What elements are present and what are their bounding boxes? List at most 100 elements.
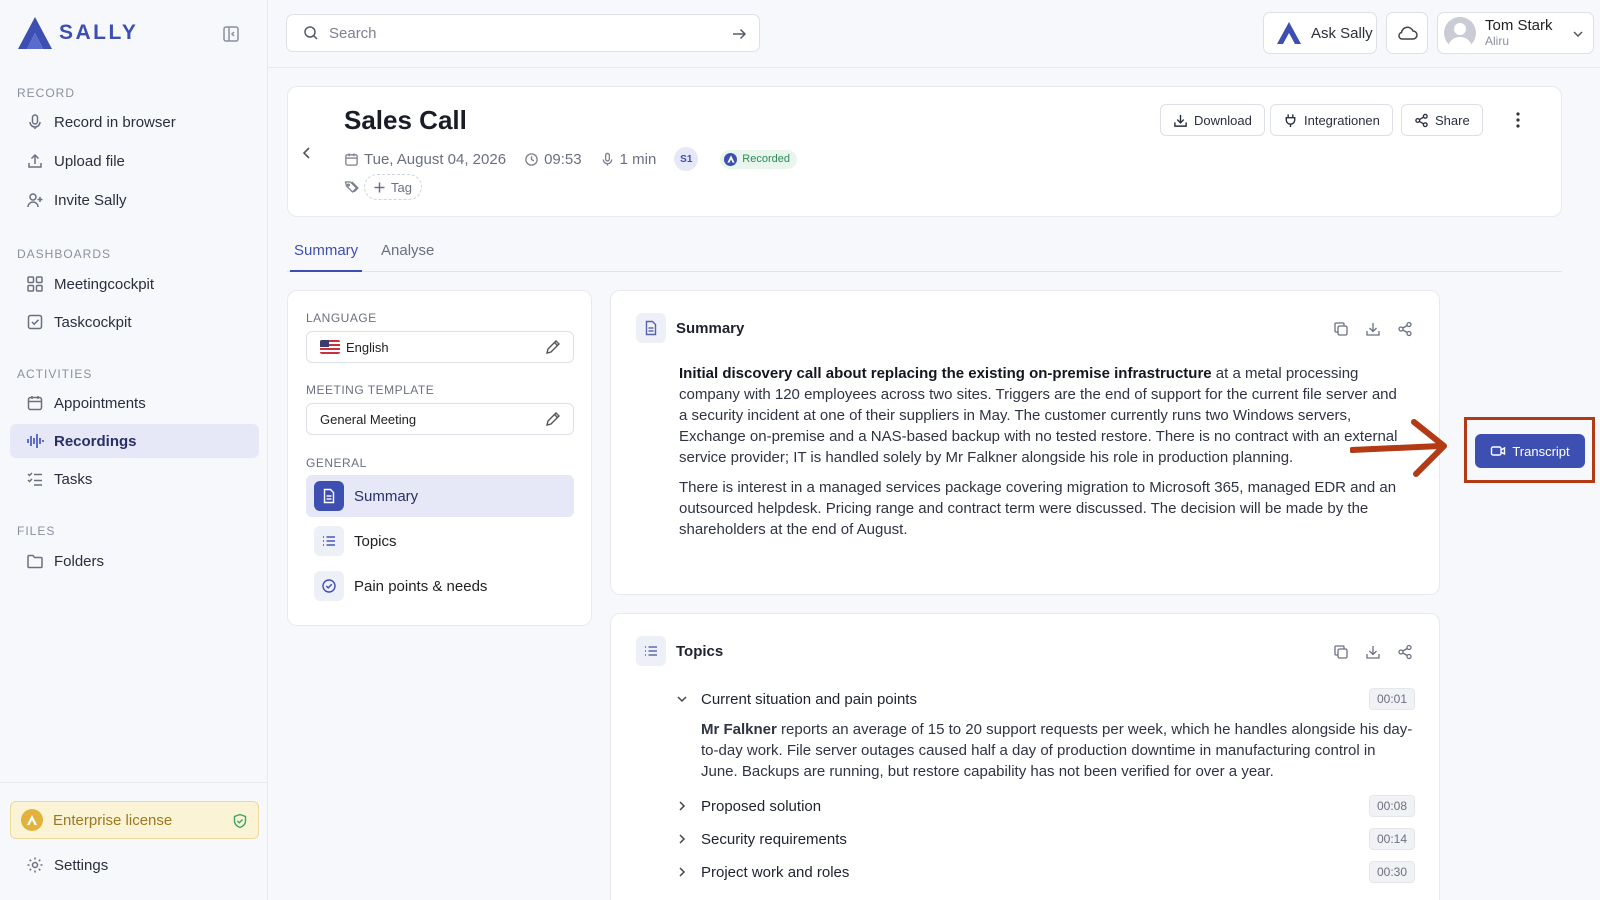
- cloud-icon: [1396, 25, 1418, 41]
- recording-time: 09:53: [524, 151, 582, 168]
- plus-icon: [374, 182, 385, 192]
- general-label: GENERAL: [306, 456, 367, 470]
- ask-sally-button[interactable]: Ask Sally: [1263, 12, 1377, 54]
- meeting-template-value: General Meeting: [320, 411, 417, 427]
- sidebar-item-meetingcockpit[interactable]: Meetingcockpit: [10, 267, 259, 301]
- collapse-sidebar-icon[interactable]: [222, 25, 240, 43]
- language-label: LANGUAGE: [306, 311, 377, 325]
- upload-icon: [26, 152, 44, 170]
- sidebar-item-taskcockpit[interactable]: Taskcockpit: [10, 305, 259, 339]
- share-icon[interactable]: [1397, 644, 1413, 660]
- search-box[interactable]: [286, 14, 760, 52]
- chevron-right-icon: [675, 799, 689, 813]
- language-select[interactable]: English: [306, 331, 574, 363]
- calendar-icon: [345, 152, 358, 166]
- user-menu[interactable]: Tom Stark Aliru: [1437, 12, 1594, 54]
- timestamp-badge[interactable]: 00:08: [1368, 795, 1415, 817]
- section-item-summary[interactable]: Summary: [306, 475, 574, 517]
- tab-summary[interactable]: Summary: [290, 242, 363, 272]
- section-label-files: FILES: [17, 524, 56, 538]
- recording-date: Tue, August 04, 2026: [344, 151, 506, 168]
- chevron-down-icon: [1571, 27, 1585, 41]
- topic-toggle[interactable]: Security requirements: [671, 828, 1415, 850]
- sidebar-item-label: Settings: [54, 856, 109, 874]
- share-icon: [1415, 113, 1428, 127]
- calendar-icon: [26, 394, 44, 412]
- timestamp-badge[interactable]: 00:01: [1368, 688, 1415, 710]
- section-label-dashboards: DASHBOARDS: [17, 247, 112, 261]
- shield-check-icon: [232, 813, 248, 829]
- cloud-sync-button[interactable]: [1386, 12, 1428, 54]
- chevron-left-icon[interactable]: [298, 144, 316, 162]
- avatar: [1444, 17, 1476, 49]
- summary-paragraph: Initial discovery call about replacing t…: [679, 365, 1398, 466]
- more-options-icon[interactable]: [1508, 110, 1528, 130]
- microphone-icon: [602, 152, 612, 166]
- tag-row: Tag: [344, 174, 422, 200]
- transcript-button[interactable]: Transcript: [1475, 434, 1585, 468]
- settings-panel: LANGUAGE English MEETING TEMPLATE Genera…: [287, 290, 592, 626]
- list-icon: [636, 636, 666, 666]
- license-label: Enterprise license: [53, 811, 173, 829]
- topic-item: Proposed solution 00:08: [671, 795, 1415, 817]
- grid-icon: [26, 275, 44, 293]
- topics-card: Topics Current situation and pain points…: [610, 613, 1440, 900]
- sally-logo[interactable]: SALLY: [17, 16, 138, 50]
- sidebar-item-label: Appointments: [54, 394, 146, 412]
- sidebar-item-upload-file[interactable]: Upload file: [10, 144, 259, 178]
- timestamp-badge[interactable]: 00:14: [1368, 828, 1415, 850]
- sidebar-item-appointments[interactable]: Appointments: [10, 386, 259, 420]
- topic-toggle[interactable]: Current situation and pain points: [671, 688, 1415, 710]
- topic-item: Current situation and pain points 00:01 …: [671, 688, 1415, 782]
- topic-body: Mr Falkner reports an average of 15 to 2…: [701, 721, 1413, 780]
- timestamp-badge[interactable]: 00:30: [1368, 861, 1415, 883]
- pencil-icon[interactable]: [544, 339, 561, 356]
- meeting-template-select[interactable]: General Meeting: [306, 403, 574, 435]
- section-item-pain-points[interactable]: Pain points & needs: [306, 565, 574, 607]
- document-icon: [314, 481, 344, 511]
- integrations-button[interactable]: Integrationen: [1270, 104, 1393, 136]
- recording-duration: 1 min: [600, 151, 656, 168]
- share-icon[interactable]: [1397, 321, 1413, 337]
- summary-paragraph: There is interest in a managed services …: [679, 479, 1397, 538]
- sidebar-item-label: Folders: [54, 552, 105, 570]
- sidebar-item-recordings[interactable]: Recordings: [10, 424, 259, 458]
- section-item-topics[interactable]: Topics: [306, 520, 574, 562]
- download-icon[interactable]: [1365, 644, 1381, 660]
- chevron-right-icon: [675, 865, 689, 879]
- video-camera-icon: [1491, 446, 1506, 456]
- sidebar-item-label: Invite Sally: [54, 191, 127, 209]
- sally-logo-icon: [1277, 22, 1301, 44]
- annotation-arrow: [1350, 419, 1447, 477]
- chevron-down-icon: [675, 692, 689, 706]
- sidebar-item-label: Taskcockpit: [54, 313, 132, 331]
- brand-name: SALLY: [59, 21, 139, 44]
- sidebar-item-invite-sally[interactable]: Invite Sally: [10, 183, 259, 217]
- copy-icon[interactable]: [1333, 321, 1349, 337]
- pencil-icon[interactable]: [544, 411, 561, 428]
- section-label-activities: ACTIVITIES: [17, 367, 93, 381]
- page-title: Sales Call: [344, 105, 467, 135]
- add-tag-button[interactable]: Tag: [364, 174, 422, 200]
- arrow-right-icon[interactable]: [731, 26, 747, 42]
- sidebar-item-tasks[interactable]: Tasks: [10, 462, 259, 496]
- share-button[interactable]: Share: [1401, 104, 1483, 136]
- sidebar-item-settings[interactable]: Settings: [10, 848, 259, 882]
- user-name: Tom Stark: [1485, 16, 1553, 34]
- sidebar-item-label: Tasks: [54, 470, 93, 488]
- sidebar-item-folders[interactable]: Folders: [10, 544, 259, 578]
- sidebar-item-label: Recordings: [54, 432, 137, 450]
- enterprise-license-badge[interactable]: Enterprise license: [10, 801, 259, 839]
- download-button[interactable]: Download: [1160, 104, 1265, 136]
- copy-icon[interactable]: [1333, 644, 1349, 660]
- topic-toggle[interactable]: Proposed solution: [671, 795, 1415, 817]
- search-input[interactable]: [329, 24, 719, 42]
- download-icon[interactable]: [1365, 321, 1381, 337]
- topic-toggle[interactable]: Project work and roles: [671, 861, 1415, 883]
- sidebar-item-label: Record in browser: [54, 113, 176, 131]
- sidebar-item-record-browser[interactable]: Record in browser: [10, 105, 259, 139]
- speaker-badge[interactable]: S1: [674, 147, 699, 171]
- chevron-right-icon: [675, 832, 689, 846]
- tab-analyse[interactable]: Analyse: [377, 242, 438, 272]
- tags-icon: [344, 179, 360, 195]
